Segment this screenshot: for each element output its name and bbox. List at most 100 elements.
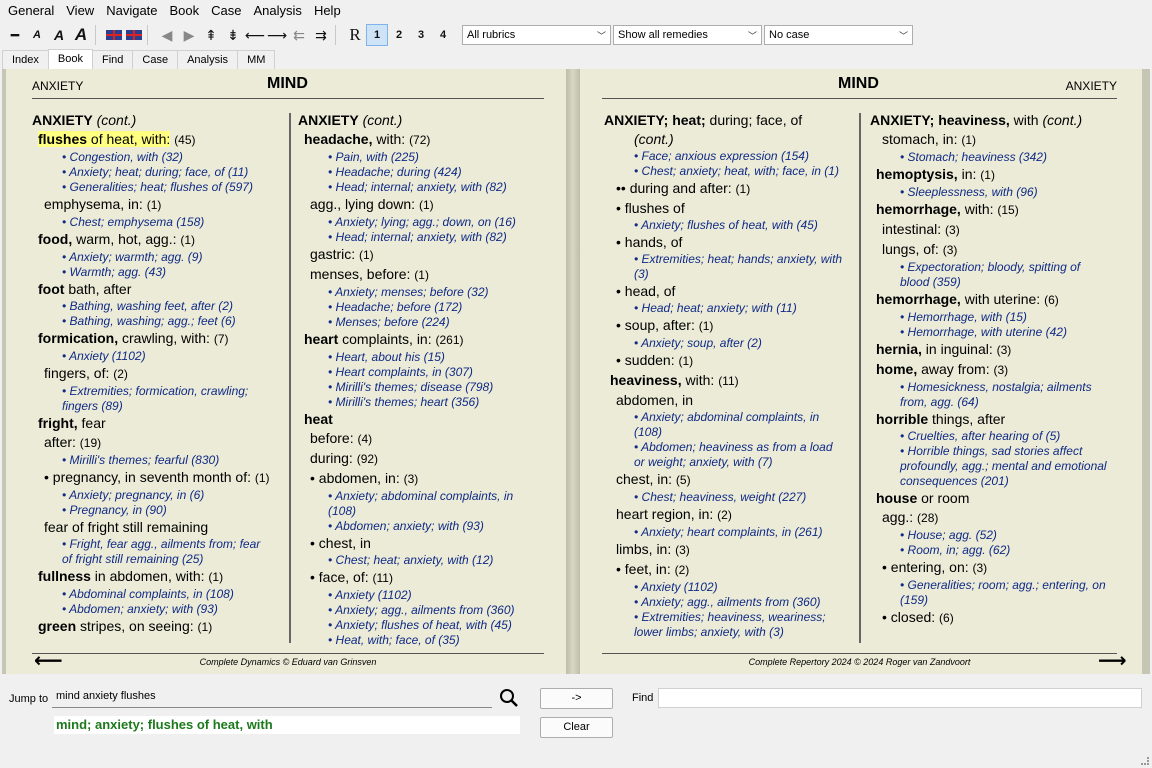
cross-reference[interactable]: • Horrible things, sad stories affect pr… [870,444,1110,489]
cross-reference[interactable]: • Hemorrhage, with uterine (42) [870,325,1110,340]
font-medium-icon[interactable]: A [48,24,70,46]
cross-reference[interactable]: • Chest; heaviness, weight (227) [604,490,844,505]
rubric-line[interactable]: • soup, after: (1) [604,316,844,336]
resize-grip-icon[interactable] [1141,757,1149,765]
cross-reference[interactable]: • Abdomen; anxiety; with (93) [32,602,272,617]
cross-reference[interactable]: • House; agg. (52) [870,528,1110,543]
tab-mm[interactable]: MM [237,50,276,69]
cross-reference[interactable]: • Extremities; heat; hands; anxiety, wit… [604,252,844,282]
arrow-forward-double-icon[interactable]: ⇉ [310,24,332,46]
rubric-line[interactable]: headache, with: (72) [298,130,538,150]
cross-reference[interactable]: • Heart, about his (15) [298,350,538,365]
remedy-r-button[interactable]: R [344,24,366,46]
rubrics-select[interactable]: All rubrics ﹀ [462,25,611,45]
rubric-line[interactable]: heat [298,410,538,429]
arrow-down-double-icon[interactable]: ⇟ [222,24,244,46]
cross-reference[interactable]: • Mirilli's themes; disease (798) [298,380,538,395]
rubric-line[interactable]: •• during and after: (1) [604,179,844,199]
cross-reference[interactable]: • Menses; before (224) [298,315,538,330]
menu-book[interactable]: Book [164,0,206,22]
arrow-right-icon[interactable]: ⟶ [1098,651,1127,671]
rubric-line[interactable]: after: (19) [32,433,272,453]
rubric-line[interactable]: heart region, in: (2) [604,505,844,525]
cross-reference[interactable]: • Sleeplessness, with (96) [870,185,1110,200]
cross-reference[interactable]: • Heat, with; face, of (35) [298,633,538,648]
rubric-line[interactable]: abdomen, in [604,391,844,410]
rubric-line[interactable]: heart complaints, in: (261) [298,330,538,350]
rubric-line[interactable]: • pregnancy, in seventh month of: (1) [32,468,272,488]
arrow-back-icon[interactable]: ⟵ [244,24,266,46]
rubric-line[interactable]: foot bath, after [32,280,272,299]
rubric-line[interactable]: flushes of heat, with: (45) [32,130,272,150]
cross-reference[interactable]: • Bathing, washing; agg.; feet (6) [32,314,272,329]
flag-uk-icon[interactable] [124,24,144,46]
rubric-line[interactable]: • closed: (6) [870,608,1110,628]
rubric-line[interactable]: hemorrhage, with uterine: (6) [870,290,1110,310]
cross-reference[interactable]: • Warmth; agg. (43) [32,265,272,280]
rubric-line[interactable]: horrible things, after [870,410,1110,429]
rubric-line[interactable]: agg., lying down: (1) [298,195,538,215]
arrow-forward-icon[interactable]: ⟶ [266,24,288,46]
arrow-back-double-icon[interactable]: ⇇ [288,24,310,46]
tab-book[interactable]: Book [47,49,93,69]
font-small-icon[interactable]: A [26,24,48,46]
cross-reference[interactable]: • Anxiety; agg., ailments from (360) [298,603,538,618]
rubric-line[interactable]: • chest, in [298,534,538,553]
cross-reference[interactable]: • Room, in; agg. (62) [870,543,1110,558]
rubric-line[interactable]: intestinal: (3) [870,220,1110,240]
cross-reference[interactable]: • Homesickness, nostalgia; ailments from… [870,380,1110,410]
clear-button[interactable]: Clear [540,717,613,738]
cross-reference[interactable]: • Chest; heat; anxiety, with (12) [298,553,538,568]
find-input[interactable] [658,688,1142,708]
cross-reference[interactable]: • Abdominal complaints, in (108) [32,587,272,602]
arrow-up-double-icon[interactable]: ⇞ [200,24,222,46]
level-3-button[interactable]: 3 [410,24,432,46]
arrow-right-icon[interactable]: ▶ [178,24,200,46]
rubric-line[interactable]: home, away from: (3) [870,360,1110,380]
font-large-icon[interactable]: A [70,24,92,46]
rubric-line[interactable]: • hands, of [604,233,844,252]
jump-to-input[interactable]: mind anxiety flushes [52,688,492,708]
cross-reference[interactable]: • Anxiety; flushes of heat, with (45) [298,618,538,633]
rubric-line[interactable]: agg.: (28) [870,508,1110,528]
rubric-line[interactable]: heaviness, with: (11) [604,371,844,391]
cross-reference[interactable]: • Anxiety; warmth; agg. (9) [32,250,272,265]
cross-reference[interactable]: • Abdomen; heaviness as from a load or w… [604,440,844,470]
level-2-button[interactable]: 2 [388,24,410,46]
cross-reference[interactable]: • Anxiety; lying; agg.; down, on (16) [298,215,538,230]
cross-reference[interactable]: • Generalities; room; agg.; entering, on… [870,578,1110,608]
cross-reference[interactable]: • Chest; anxiety; heat, with; face, in (… [604,164,844,179]
cross-reference[interactable]: • Anxiety; soup, after (2) [604,336,844,351]
cross-reference[interactable]: • Face; anxious expression (154) [604,149,844,164]
rubric-line[interactable]: menses, before: (1) [298,265,538,285]
rubric-line[interactable]: hemorrhage, with: (15) [870,200,1110,220]
rubric-line[interactable]: fingers, of: (2) [32,364,272,384]
menu-view[interactable]: View [60,0,100,22]
rubric-line[interactable]: • face, of: (11) [298,568,538,588]
rubric-line[interactable]: lungs, of: (3) [870,240,1110,260]
menu-analysis[interactable]: Analysis [248,0,308,22]
cross-reference[interactable]: • Heart complaints, in (307) [298,365,538,380]
cross-reference[interactable]: • Anxiety; menses; before (32) [298,285,538,300]
cross-reference[interactable]: • Mirilli's themes; heart (356) [298,395,538,410]
cross-reference[interactable]: • Generalities; heat; flushes of (597) [32,180,272,195]
rubric-line[interactable]: • head, of [604,282,844,301]
rubric-line[interactable]: fullness in abdomen, with: (1) [32,567,272,587]
menu-general[interactable]: General [2,0,60,22]
menu-navigate[interactable]: Navigate [100,0,163,22]
cross-reference[interactable]: • Anxiety; abdominal complaints, in (108… [604,410,844,440]
cross-reference[interactable]: • Anxiety; heart complaints, in (261) [604,525,844,540]
cross-reference[interactable]: • Pregnancy, in (90) [32,503,272,518]
tab-case[interactable]: Case [132,50,179,69]
arrow-left-icon[interactable]: ◀ [156,24,178,46]
cross-reference[interactable]: • Chest; emphysema (158) [32,215,272,230]
go-button[interactable]: -> [540,688,613,709]
rubric-line[interactable]: • entering, on: (3) [870,558,1110,578]
tab-index[interactable]: Index [2,50,49,69]
cross-reference[interactable]: • Mirilli's themes; fearful (830) [32,453,272,468]
rubric-line[interactable]: fear of fright still remaining [32,518,272,537]
cross-reference[interactable]: • Anxiety (1102) [298,588,538,603]
rubric-line[interactable]: chest, in: (5) [604,470,844,490]
cross-reference[interactable]: • Anxiety; heat; during; face, of (11) [32,165,272,180]
cross-reference[interactable]: • Bathing, washing feet, after (2) [32,299,272,314]
